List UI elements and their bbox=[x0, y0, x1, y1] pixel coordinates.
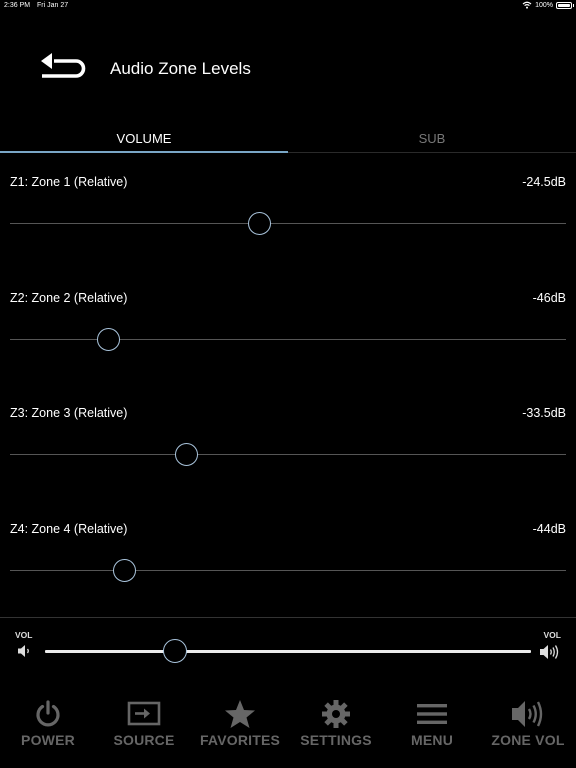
page-title: Audio Zone Levels bbox=[110, 59, 251, 78]
nav-zone-vol[interactable]: ZONE VOL bbox=[480, 696, 576, 756]
zone-slider[interactable] bbox=[10, 559, 566, 582]
bottom-nav: POWER SOURCE FAVORITES SETTINGS MENU ZON… bbox=[0, 696, 576, 756]
status-time: 2:36 PM bbox=[4, 2, 31, 9]
nav-label: FAVORITES bbox=[199, 732, 281, 748]
zone-volume-icon bbox=[512, 701, 543, 727]
back-arrow-icon bbox=[41, 53, 86, 78]
master-volume-thumb[interactable] bbox=[163, 639, 188, 663]
status-bar: 2:36 PM Fri Jan 27 100% bbox=[0, 0, 576, 12]
nav-label: SOURCE bbox=[113, 732, 175, 748]
zone-value: -24.5dB bbox=[522, 175, 566, 189]
back-button[interactable] bbox=[38, 52, 90, 84]
nav-settings[interactable]: SETTINGS bbox=[288, 696, 384, 756]
zone-slider-thumb[interactable] bbox=[175, 443, 199, 466]
zone-slider[interactable] bbox=[10, 328, 566, 351]
zone-row-2: Z2: Zone 2 (Relative) -46dB bbox=[0, 291, 576, 381]
battery-icon bbox=[556, 1, 574, 9]
divider bbox=[0, 617, 576, 618]
tab-bar: VOLUME SUB bbox=[0, 125, 576, 153]
status-date: Fri Jan 27 bbox=[37, 2, 69, 9]
tab-sub[interactable]: SUB bbox=[288, 125, 576, 153]
nav-label: SETTINGS bbox=[300, 732, 372, 748]
zone-slider[interactable] bbox=[10, 443, 566, 466]
speaker-high-icon[interactable] bbox=[539, 643, 561, 661]
source-icon bbox=[127, 701, 161, 726]
nav-label: ZONE VOL bbox=[491, 732, 565, 748]
wifi-icon bbox=[522, 1, 532, 9]
star-icon bbox=[225, 700, 255, 728]
nav-label: MENU bbox=[410, 732, 454, 748]
battery-percent: 100% bbox=[535, 1, 553, 9]
zone-row-4: Z4: Zone 4 (Relative) -44dB bbox=[0, 522, 576, 612]
zone-label: Z3: Zone 3 (Relative) bbox=[10, 406, 128, 420]
zone-value: -33.5dB bbox=[522, 406, 566, 420]
tab-volume[interactable]: VOLUME bbox=[0, 125, 288, 153]
nav-menu[interactable]: MENU bbox=[384, 696, 480, 756]
nav-favorites[interactable]: FAVORITES bbox=[192, 696, 288, 756]
volume-label-right: VOL bbox=[543, 630, 561, 640]
speaker-low-icon[interactable] bbox=[17, 643, 33, 659]
zone-slider-thumb[interactable] bbox=[247, 212, 271, 235]
menu-icon bbox=[417, 704, 447, 724]
header: Audio Zone Levels bbox=[0, 40, 576, 100]
master-volume: VOL VOL bbox=[0, 628, 576, 678]
zone-row-3: Z3: Zone 3 (Relative) -33.5dB bbox=[0, 406, 576, 496]
zone-value: -46dB bbox=[532, 291, 566, 305]
status-indicators: 100% bbox=[522, 1, 574, 9]
gear-icon bbox=[322, 700, 350, 728]
zone-label: Z4: Zone 4 (Relative) bbox=[10, 522, 128, 536]
nav-power[interactable]: POWER bbox=[0, 696, 96, 756]
master-volume-slider[interactable] bbox=[45, 639, 531, 663]
nav-source[interactable]: SOURCE bbox=[96, 696, 192, 756]
zone-label: Z2: Zone 2 (Relative) bbox=[10, 291, 128, 305]
zone-label: Z1: Zone 1 (Relative) bbox=[10, 175, 128, 189]
nav-label: POWER bbox=[21, 732, 75, 748]
zone-row-1: Z1: Zone 1 (Relative) -24.5dB bbox=[0, 175, 576, 265]
power-icon bbox=[36, 700, 60, 727]
zone-slider-thumb[interactable] bbox=[113, 559, 137, 582]
zone-slider-thumb[interactable] bbox=[96, 328, 120, 351]
volume-label-left: VOL bbox=[15, 630, 33, 640]
zone-slider[interactable] bbox=[10, 212, 566, 235]
zone-value: -44dB bbox=[532, 522, 566, 536]
